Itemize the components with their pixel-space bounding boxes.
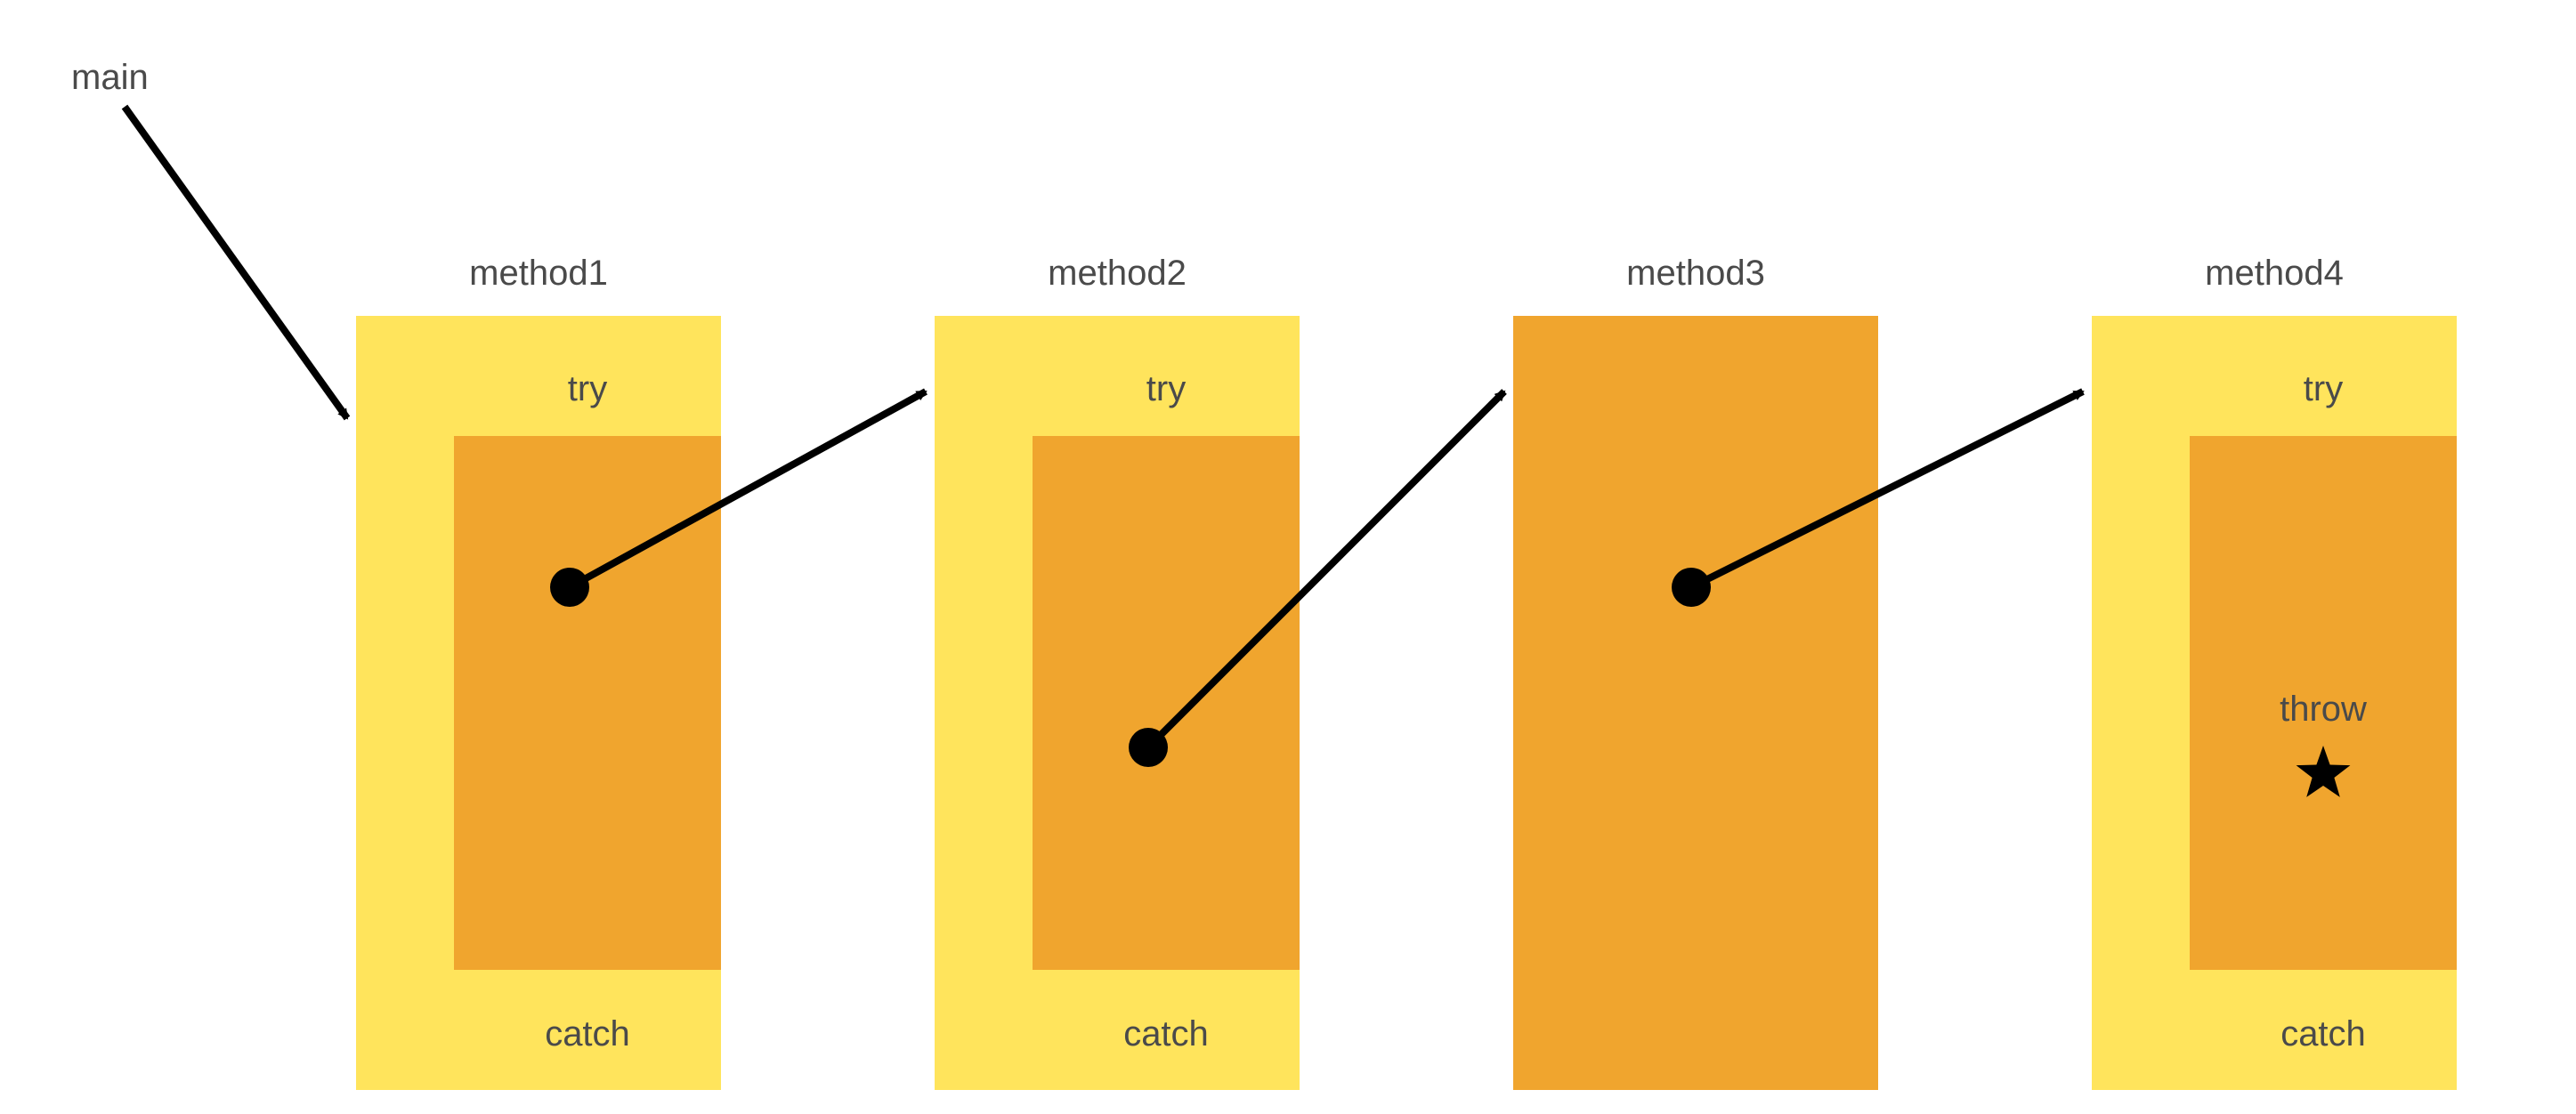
catch-label: catch: [1123, 1014, 1209, 1053]
try-label: try: [1146, 369, 1186, 408]
catch-label: catch: [2280, 1014, 2366, 1053]
throw-label: throw: [2280, 690, 2367, 729]
method-plain-box: [1513, 316, 1878, 1090]
main-label: main: [71, 58, 149, 97]
method-inner-box: [1033, 436, 1300, 970]
catch-label: catch: [545, 1014, 630, 1053]
try-label: try: [2304, 369, 2343, 408]
method-title: method1: [469, 254, 608, 293]
try-label: try: [568, 369, 607, 408]
method-title: method3: [1626, 254, 1765, 293]
method-title: method2: [1048, 254, 1187, 293]
exception-flow-diagram: main method1 try catch method2 try catch method…: [0, 0, 2576, 1114]
method-title: method4: [2205, 254, 2344, 293]
method-inner-box: [454, 436, 721, 970]
arrow-main-to-method1: [125, 107, 347, 418]
